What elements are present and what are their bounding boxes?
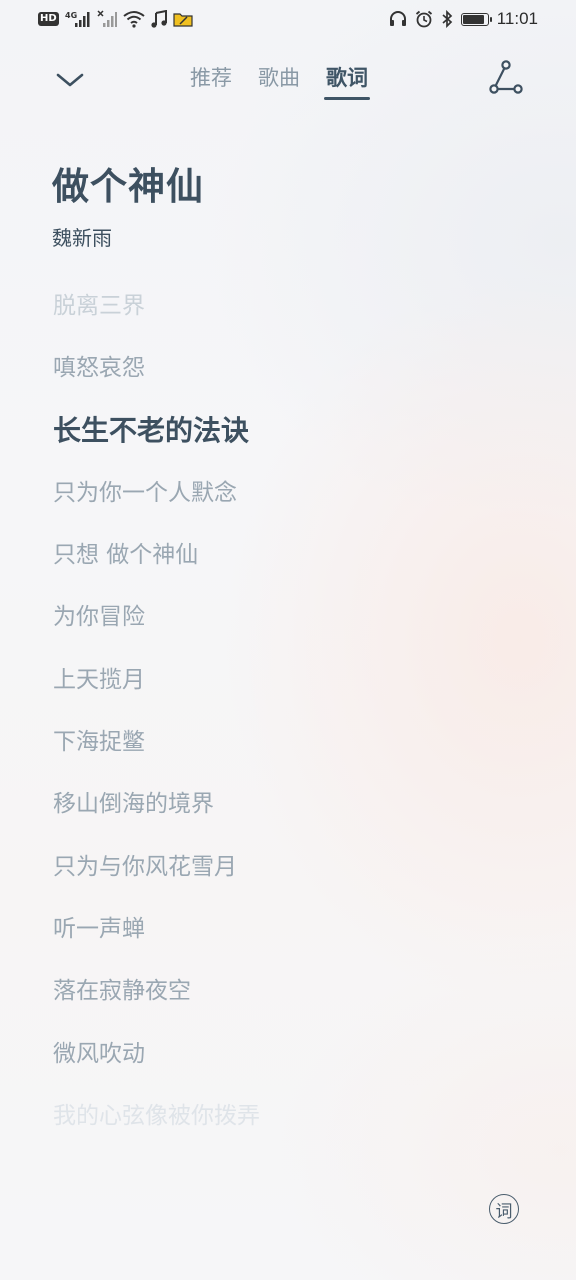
lyric-line[interactable]: 只想 做个神仙 [53,534,533,596]
folder-icon [173,8,193,30]
song-artist[interactable]: 魏新雨 [52,222,112,251]
lyric-line[interactable]: 脱离三界 [53,285,533,347]
lyric-line[interactable]: 嗔怒哀怨 [53,347,533,409]
tab-recommend[interactable]: 推荐 [190,62,232,100]
lyric-line[interactable]: 移山倒海的境界 [53,783,533,845]
collapse-button[interactable] [50,62,90,98]
lyric-line[interactable]: 只为你一个人默念 [53,472,533,534]
tab-songs[interactable]: 歌曲 [258,62,300,100]
share-button[interactable] [484,58,528,98]
lyric-line[interactable]: 微风吹动 [53,1033,533,1095]
tab-lyrics[interactable]: 歌词 [324,62,370,100]
status-left: HD 4G [38,8,193,30]
lyric-line-current[interactable]: 长生不老的法诀 [53,410,533,472]
lyrics-list: 脱离三界 嗔怒哀怨 长生不老的法诀 只为你一个人默念 只想 做个神仙 为你冒险 … [53,285,533,1157]
share-icon [489,60,523,94]
battery [460,12,492,26]
headphones-icon [389,8,407,30]
signal-icon: 4G [65,8,91,30]
alarm-icon [415,8,433,30]
battery-level [462,14,485,24]
battery-icon [460,8,492,30]
lyric-line[interactable]: 下海捉鳖 [53,721,533,783]
lyric-line[interactable]: 上天揽月 [53,659,533,721]
hd-icon: HD [38,8,59,30]
top-nav: 推荐 歌曲 歌词 [0,48,576,112]
status-bar: HD 4G 11:01 [0,0,576,40]
lyric-line[interactable]: 只为与你风花雪月 [53,846,533,908]
lyric-line[interactable]: 我的心弦像被你拨弄 [53,1095,533,1157]
lyric-line[interactable]: 听一声蝉 [53,908,533,970]
status-right: 11:01 [389,8,538,30]
hd-label: HD [38,12,59,26]
chevron-down-icon [56,73,84,87]
wifi-icon [123,8,145,30]
tab-bar: 推荐 歌曲 歌词 [190,62,370,100]
lyric-line[interactable]: 为你冒险 [53,596,533,658]
song-title: 做个神仙 [52,165,204,208]
signal-no-sim-icon [97,8,117,30]
svg-text:4G: 4G [65,11,77,20]
clock: 11:01 [496,9,538,28]
music-icon [151,8,167,30]
lyric-toggle-button[interactable]: 词 [489,1194,519,1224]
bluetooth-icon [441,8,453,30]
lyric-line[interactable]: 落在寂静夜空 [53,970,533,1032]
